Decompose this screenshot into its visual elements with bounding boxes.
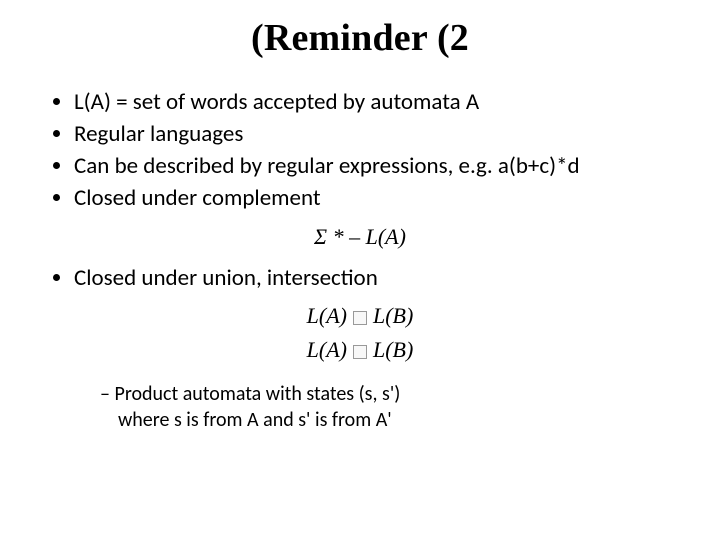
formula-text: Σ * – L(A) [30, 224, 690, 250]
list-item: Can be described by regular expressions,… [74, 152, 690, 182]
operator-placeholder-icon [353, 311, 367, 325]
bullet-text: Closed under complement [74, 184, 321, 212]
bullet-list-1: L(A) = set of words accepted by automata… [30, 88, 690, 214]
slide-title: (Reminder (2 [30, 16, 690, 60]
sub-bullet-list: Product automata with states (s, s') whe… [30, 381, 690, 433]
list-item: Product automata with states (s, s') whe… [100, 381, 690, 433]
formula-complement: Σ * – L(A) [30, 224, 690, 250]
sub-text-line2: where s is from A and s' is from A' [100, 407, 690, 433]
bullet-text: Closed under union, intersection [74, 264, 378, 292]
bullet-text: L(A) = set of words accepted by automata… [74, 88, 479, 116]
formula-left: L(A) [307, 303, 347, 328]
formula-right: L(B) [373, 303, 413, 328]
formula-line: L(A) L(B) [30, 303, 690, 329]
formula-right: L(B) [373, 337, 413, 362]
list-item: Regular languages [74, 120, 690, 150]
operator-placeholder-icon [353, 345, 367, 359]
formula-union-intersection: L(A) L(B) L(A) L(B) [30, 303, 690, 363]
bullet-text: Can be described by regular expressions,… [74, 152, 580, 180]
bullet-list-2: Closed under union, intersection [30, 264, 690, 294]
list-item: Closed under union, intersection [74, 264, 690, 294]
formula-line: L(A) L(B) [30, 337, 690, 363]
formula-left: L(A) [307, 337, 347, 362]
slide: (Reminder (2 L(A) = set of words accepte… [0, 0, 720, 540]
list-item: L(A) = set of words accepted by automata… [74, 88, 690, 118]
list-item: Closed under complement [74, 184, 690, 214]
bullet-text: Regular languages [74, 120, 243, 148]
sub-text-line1: Product automata with states (s, s') [114, 382, 400, 406]
